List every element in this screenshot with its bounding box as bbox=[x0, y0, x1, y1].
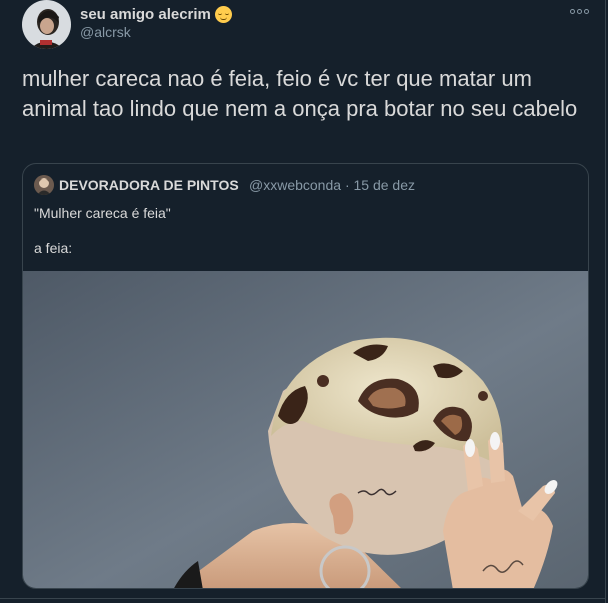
quoted-display-name[interactable]: DEVORADORA DE PINTOS bbox=[59, 177, 239, 193]
quoted-date[interactable]: 15 de dez bbox=[354, 177, 416, 193]
author-handle[interactable]: @alcrsk bbox=[80, 24, 131, 40]
tweet-card: seu amigo alecrim @alcrsk mulher careca … bbox=[0, 0, 606, 603]
author-name-row: seu amigo alecrim bbox=[80, 4, 232, 24]
quoted-avatar-image bbox=[34, 175, 54, 195]
quoted-handle[interactable]: @xxwebconda bbox=[249, 177, 341, 193]
tweet-text: mulher careca nao é feia, feio é vc ter … bbox=[22, 66, 578, 121]
author-avatar[interactable] bbox=[22, 0, 71, 49]
author-display-name[interactable]: seu amigo alecrim bbox=[80, 6, 211, 23]
more-options-icon[interactable] bbox=[570, 6, 590, 16]
quoted-author-avatar[interactable] bbox=[34, 175, 54, 195]
avatar-image bbox=[22, 0, 71, 49]
quoted-tweet[interactable]: DEVORADORA DE PINTOS @xxwebconda · 15 de… bbox=[22, 163, 589, 589]
meta-separator: · bbox=[344, 177, 350, 193]
divider bbox=[0, 598, 606, 599]
quoted-text-line-2: a feia: bbox=[34, 240, 73, 256]
quoted-photo[interactable] bbox=[23, 271, 589, 589]
quoted-meta: @xxwebconda · 15 de dez bbox=[249, 177, 415, 193]
quoted-text-line-1: "Mulher careca é feia" bbox=[34, 205, 171, 221]
relieved-face-emoji-icon bbox=[214, 5, 232, 23]
